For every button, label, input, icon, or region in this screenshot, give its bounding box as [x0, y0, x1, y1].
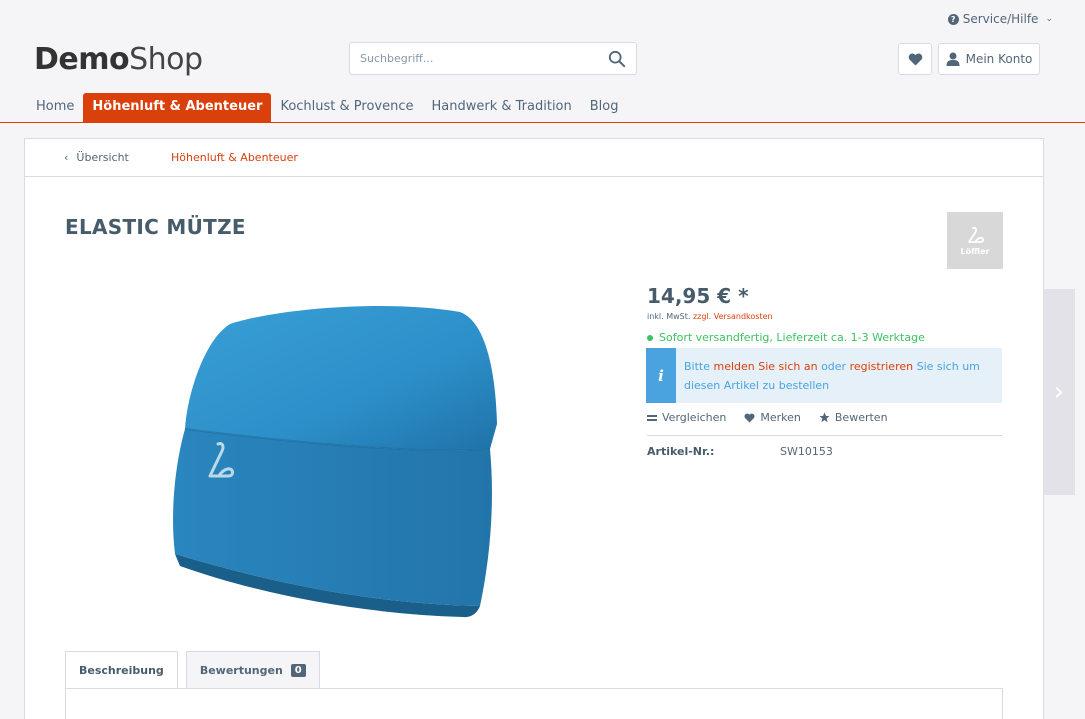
header: ? Service/Hilfe ⌄ DemoShop Mein Konto Ho…	[0, 0, 1085, 124]
account-label: Mein Konto	[965, 52, 1033, 66]
logo-bold: Demo	[34, 42, 130, 77]
divider	[647, 435, 1002, 436]
article-number-value: SW10153	[780, 445, 833, 458]
tab-panel	[65, 688, 1003, 719]
chevron-right-icon: ›	[1053, 377, 1065, 407]
compare-action[interactable]: Vergleichen	[647, 411, 726, 424]
wishlist-action[interactable]: Merken	[744, 411, 801, 424]
register-link[interactable]: registrieren	[850, 360, 914, 373]
brand-logo[interactable]: Löffler	[947, 212, 1003, 269]
tax-prefix: inkl. MwSt.	[647, 312, 691, 321]
tab-description[interactable]: Beschreibung	[65, 651, 178, 689]
service-menu[interactable]: ? Service/Hilfe ⌄	[947, 12, 1053, 26]
compare-label: Vergleichen	[662, 411, 727, 424]
account-button[interactable]: Mein Konto	[938, 43, 1040, 75]
back-to-overview-link[interactable]: ‹ Übersicht	[64, 151, 129, 164]
status-dot-icon	[647, 334, 653, 341]
wishlist-button[interactable]	[898, 43, 932, 75]
heart-icon	[744, 413, 755, 422]
heart-icon	[908, 53, 922, 66]
brand-name: Löffler	[960, 246, 990, 256]
delivery-status: Sofort versandfertig, Lieferzeit ca. 1-3…	[647, 331, 925, 344]
main-navigation: Home Höhenluft & Abenteuer Kochlust & Pr…	[27, 93, 628, 122]
shipping-costs-link[interactable]: zzgl. Versandkosten	[693, 312, 773, 321]
nav-item-hoehenluft[interactable]: Höhenluft & Abenteuer	[83, 93, 272, 122]
next-product-arrow[interactable]: ›	[1043, 289, 1075, 495]
article-number-label: Artikel-Nr.:	[647, 445, 715, 458]
search-icon[interactable]	[608, 50, 626, 68]
info-text-part1: Bitte	[684, 360, 710, 373]
tax-info: inkl. MwSt. zzgl. Versandkosten	[647, 312, 773, 321]
tab-reviews[interactable]: Bewertungen 0	[185, 651, 320, 688]
product-detail-card: ‹ Übersicht Höhenluft & Abenteuer ELASTI…	[24, 138, 1044, 719]
login-info-text: Bitte melden Sie sich an oder registrier…	[676, 348, 986, 403]
back-label: Übersicht	[76, 151, 129, 164]
search-input[interactable]	[350, 43, 590, 74]
rate-action[interactable]: Bewerten	[819, 411, 888, 424]
nav-item-kochlust[interactable]: Kochlust & Provence	[271, 93, 422, 122]
reviews-count-badge: 0	[290, 663, 306, 677]
shop-logo[interactable]: DemoShop	[34, 42, 203, 77]
product-actions: Vergleichen Merken Bewerten	[647, 411, 888, 424]
logo-light: Shop	[129, 42, 203, 77]
user-icon	[946, 52, 960, 66]
product-price: 14,95 € *	[647, 284, 749, 308]
info-icon: i	[646, 348, 676, 403]
tab-description-label: Beschreibung	[79, 664, 164, 677]
beanie-image	[173, 305, 497, 618]
product-tabs: Beschreibung Bewertungen 0	[65, 651, 320, 689]
chevron-down-icon: ⌄	[1045, 14, 1053, 24]
tab-reviews-label: Bewertungen	[199, 663, 283, 677]
nav-item-blog[interactable]: Blog	[581, 93, 628, 122]
info-text-part2: oder	[821, 360, 847, 373]
login-link[interactable]: melden Sie sich an	[714, 360, 818, 373]
brand-mark-icon	[968, 226, 984, 243]
search-box	[349, 42, 637, 75]
product-title: ELASTIC MÜTZE	[65, 215, 246, 239]
compare-icon	[647, 414, 657, 421]
breadcrumb: ‹ Übersicht Höhenluft & Abenteuer	[25, 139, 1043, 177]
breadcrumb-category-link[interactable]: Höhenluft & Abenteuer	[171, 151, 298, 164]
help-icon: ?	[947, 13, 959, 25]
rate-label: Bewerten	[834, 411, 888, 424]
chevron-left-icon: ‹	[64, 151, 69, 164]
login-info-box: i Bitte melden Sie sich an oder registri…	[646, 348, 1002, 403]
nav-item-home[interactable]: Home	[27, 93, 83, 122]
wishlist-label: Merken	[760, 411, 801, 424]
product-image[interactable]	[125, 284, 525, 624]
nav-item-handwerk[interactable]: Handwerk & Tradition	[423, 93, 581, 122]
nav-underline	[0, 122, 1085, 123]
service-label: Service/Hilfe	[962, 12, 1039, 26]
star-icon	[819, 412, 830, 423]
delivery-text: Sofort versandfertig, Lieferzeit ca. 1-3…	[659, 331, 925, 344]
